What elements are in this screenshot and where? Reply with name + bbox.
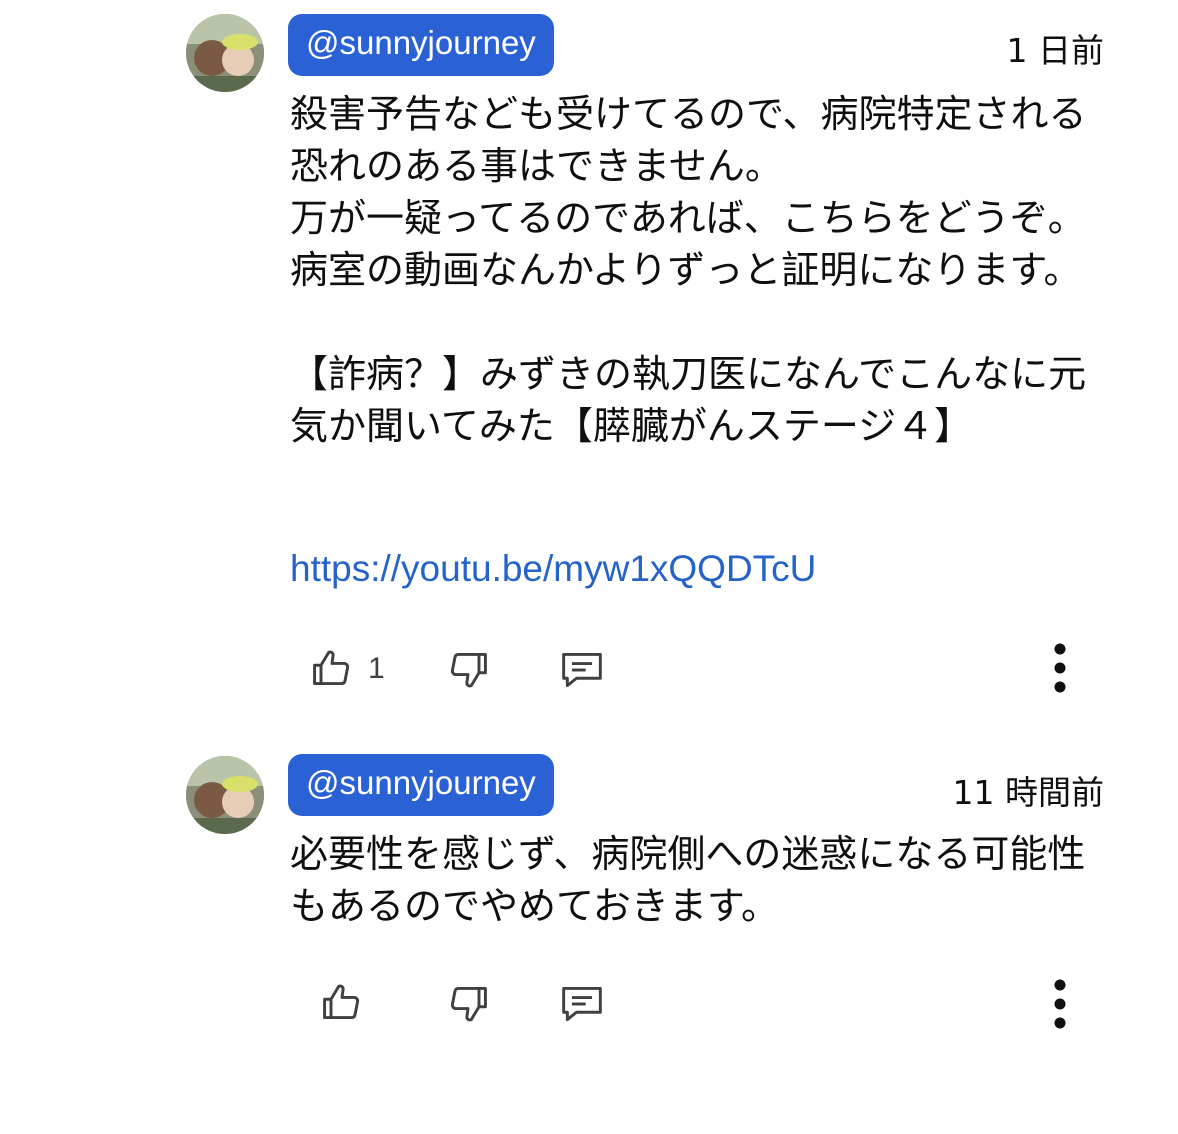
thumbs-up-icon — [323, 984, 360, 1020]
thumbs-down-icon — [450, 986, 487, 1022]
comment-text: 殺害予告なども受けてるので、病院特定される恐れのある事はできません。 万が一疑っ… — [290, 92, 1087, 448]
thumbs-up-icon — [313, 650, 350, 686]
author-handle[interactable]: @sunnyjourney — [288, 754, 554, 816]
reply-button[interactable] — [556, 978, 608, 1030]
comment-link[interactable]: https://youtu.be/myw1xQQDTcU — [290, 548, 816, 590]
avatar[interactable] — [186, 14, 264, 92]
like-count: 1 — [368, 652, 385, 685]
comment-1: @sunnyjourney 1 日前 殺害予告なども受けてるので、病院特定される… — [0, 0, 1178, 720]
more-vert-icon — [1054, 643, 1066, 693]
author-handle[interactable]: @sunnyjourney — [288, 14, 554, 76]
more-options-button[interactable] — [1034, 978, 1086, 1030]
thumbs-down-icon — [450, 652, 487, 688]
avatar[interactable] — [186, 756, 264, 834]
like-button[interactable] — [316, 976, 368, 1028]
timestamp: 11 時間前 — [952, 773, 1104, 812]
avatar-photo — [186, 756, 264, 834]
timestamp: 1 日前 — [1006, 31, 1105, 70]
avatar-photo — [186, 14, 264, 92]
dislike-button[interactable] — [442, 644, 494, 696]
reply-icon — [562, 986, 602, 1022]
comment-text: 必要性を感じず、病院側への迷惑になる可能性もあるのでやめておきます。 — [290, 832, 1086, 928]
comment-2: @sunnyjourney 11 時間前 必要性を感じず、病院側への迷惑になる可… — [0, 740, 1178, 1134]
dislike-button[interactable] — [442, 978, 494, 1030]
reply-button[interactable] — [556, 644, 608, 696]
more-vert-icon — [1054, 979, 1066, 1029]
like-button[interactable] — [306, 642, 358, 694]
reply-icon — [562, 652, 602, 688]
more-options-button[interactable] — [1034, 642, 1086, 694]
